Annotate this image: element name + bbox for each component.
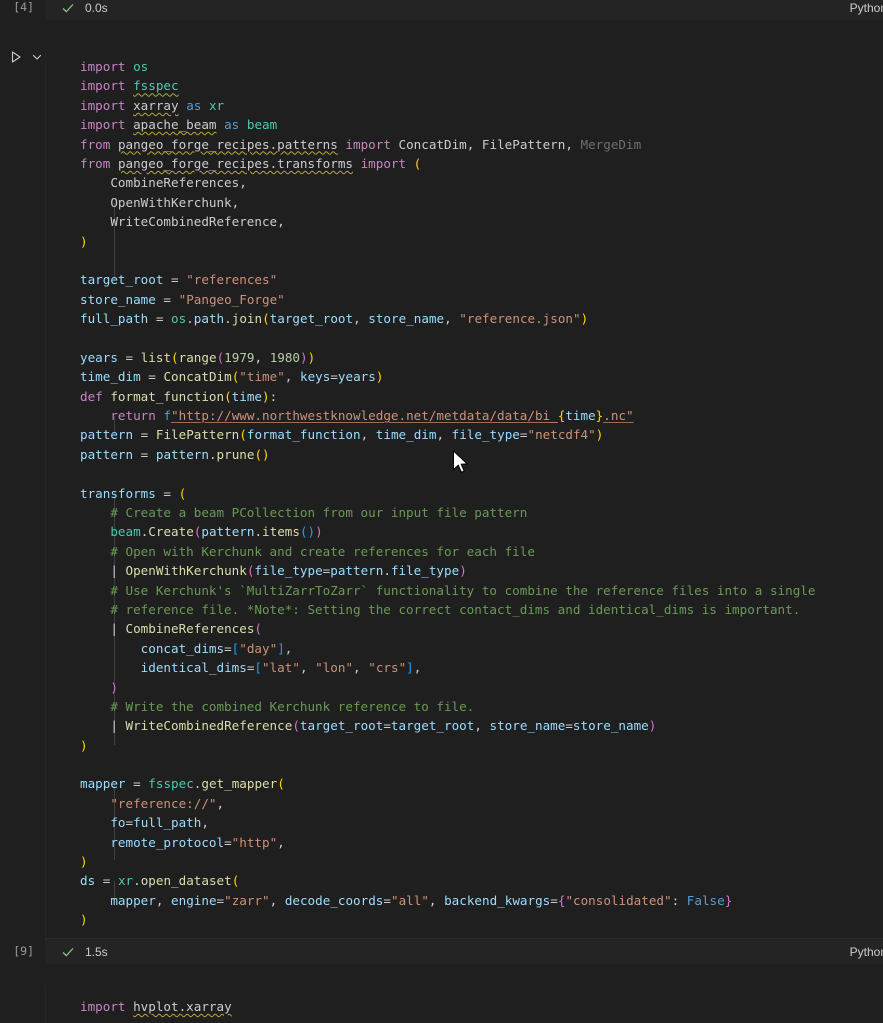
code-line: years = list(range(1979, 1980)) [80,349,316,365]
cell-status-bar-main: [9] 1.5s Python [0,938,883,964]
code-line: pattern = FilePattern(format_function, t… [80,427,604,443]
code-line: return f"http://www.northwestknowledge.n… [110,408,634,424]
code-line: ) [80,233,88,249]
kernel-label-above: Python [849,0,883,15]
code-line: ) [80,912,88,928]
kernel-label-main: Python [849,944,883,959]
code-line: target_root = "references" [80,272,278,288]
code-line: | WriteCombinedReference(target_root=tar… [80,718,657,734]
code-editor-main[interactable]: import os import fsspec import xarray as… [45,45,883,944]
code-line: beam.Create(pattern.items()) [110,524,323,540]
execution-count-above: [4] [13,0,34,14]
code-line: import fsspec [80,78,179,94]
code-line: # Create a beam PCollection from our inp… [80,504,528,520]
code-line: # Use Kerchunk's `MultiZarrToZarr` funct… [80,582,816,598]
code-line: ) [110,679,118,695]
code-line: full_path = os.path.join(target_root, st… [80,311,589,327]
code-line: concat_dims=["day"], [140,640,293,656]
code-editor-next[interactable]: import hvplot.xarray [45,985,883,1023]
code-line: OpenWithKerchunk, [80,194,240,210]
run-cell-icon[interactable] [8,49,24,65]
check-icon [61,945,75,959]
code-line: ds = xr.open_dataset( [80,873,240,889]
code-line: time_dim = ConcatDim("time", keys=years) [80,369,384,385]
code-line: import xarray as xr [80,97,225,113]
code-line: "reference://", [110,795,225,811]
code-line: import hvplot.xarray [80,999,232,1014]
code-line: transforms = ( [80,485,187,501]
code-line: pattern = pattern.prune() [80,446,270,462]
code-line: WriteCombinedReference, [80,214,285,230]
execution-count-main: [9] [13,944,34,958]
chevron-down-icon[interactable] [30,49,44,65]
code-line: from pangeo_forge_recipes.patterns impor… [80,136,642,152]
code-line: # Write the combined Kerchunk reference … [80,698,475,714]
code-line: store_name = "Pangeo_Forge" [80,291,285,307]
code-line: mapper = fsspec.get_mapper( [80,776,285,792]
code-line: | OpenWithKerchunk(file_type=pattern.fil… [80,563,467,579]
code-line: # Open with Kerchunk and create referenc… [80,543,535,559]
code-line: fo=full_path, [110,815,209,831]
status-bar-inner-above: 0.0s Python [45,0,883,20]
execution-time-above: 0.0s [85,0,108,15]
code-line: | CombineReferences( [80,621,262,637]
code-line: CombineReferences, [80,175,247,191]
code-line: import os [80,59,149,74]
code-line: def format_function(time): [80,388,278,404]
code-line: remote_protocol="http", [110,834,285,850]
execution-time-main: 1.5s [85,944,108,959]
cell-gutter [0,45,45,65]
code-line: mapper, engine="zarr", decode_coords="al… [110,892,733,908]
code-line: identical_dims=["lat", "lon", "crs"], [140,660,422,676]
status-bar-inner-main: 1.5s Python [45,938,883,964]
check-icon [61,1,75,15]
notebook-editor: [4] 0.0s Python [0,0,883,1023]
code-line: from pangeo_forge_recipes.transforms imp… [80,155,422,171]
code-line: ) [80,854,88,870]
cell-status-bar-above: [4] 0.0s Python [0,0,883,20]
code-line: ) [80,737,88,753]
code-line: import apache_beam as beam [80,117,278,133]
code-line: # reference file. *Note*: Setting the co… [80,601,801,617]
